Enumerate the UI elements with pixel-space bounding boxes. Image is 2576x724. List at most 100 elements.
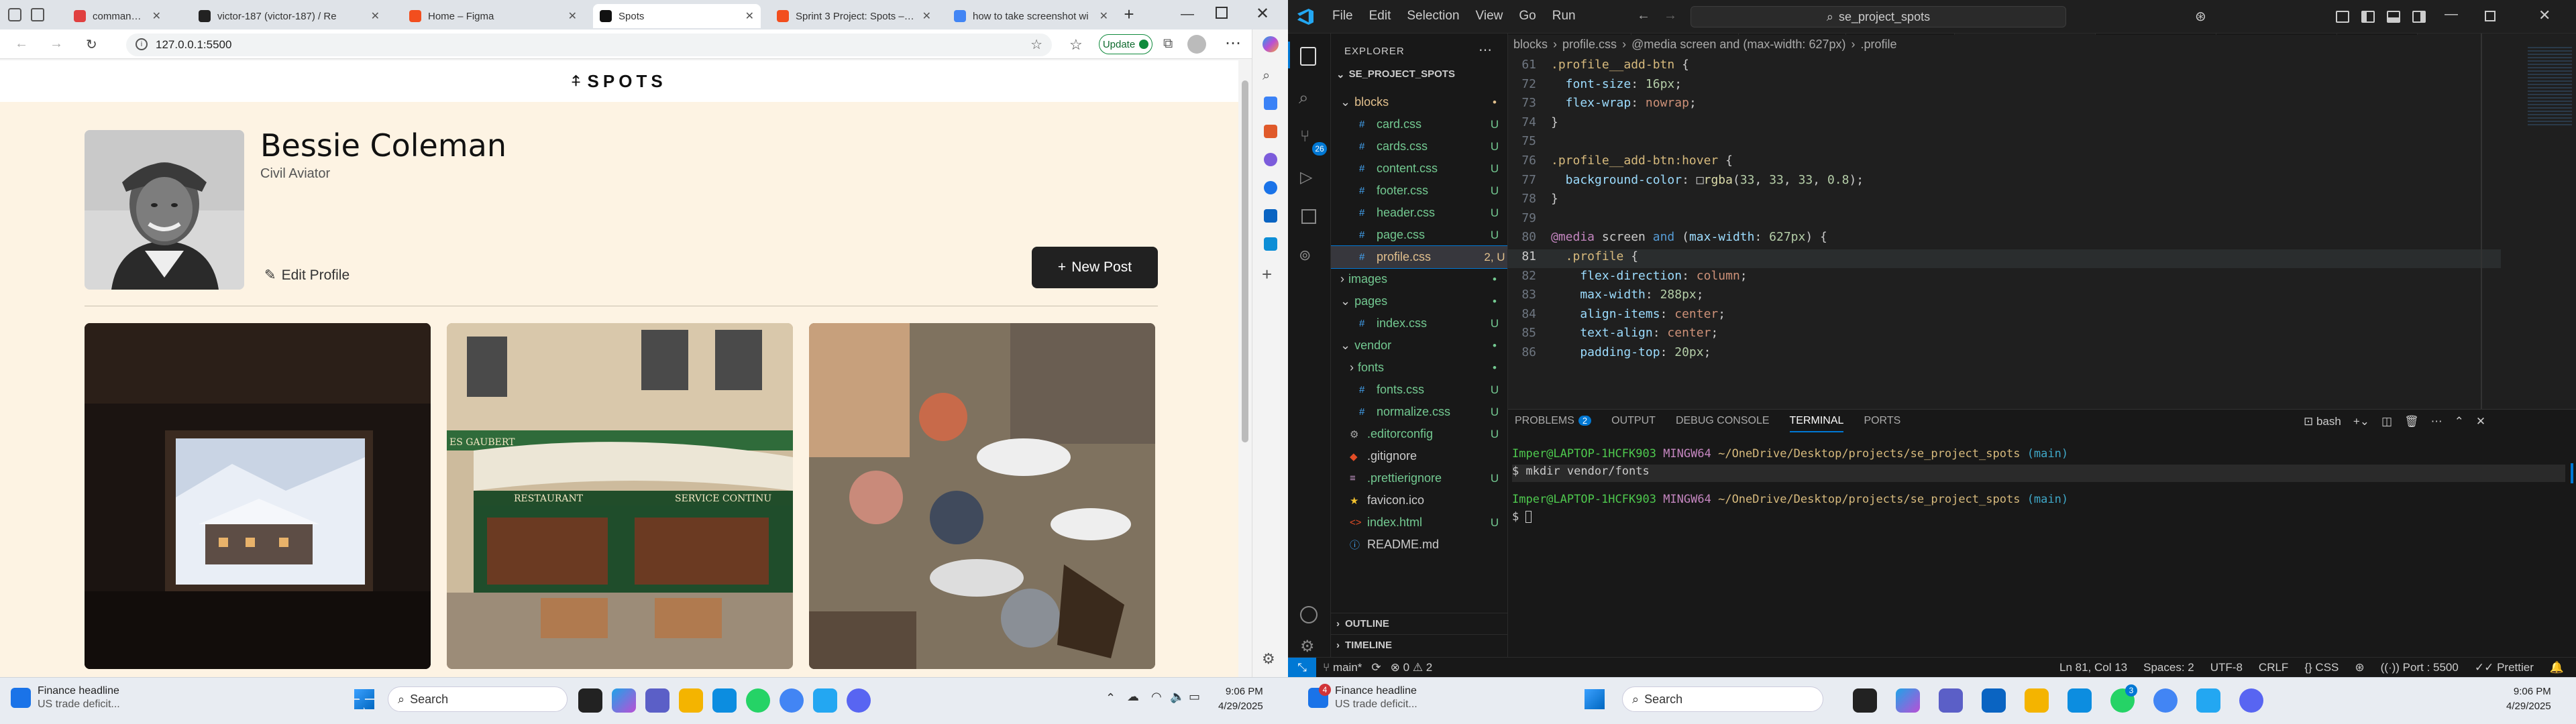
tree-item-pages[interactable]: ⌄ pages • xyxy=(1331,290,1507,312)
remote-indicator-icon[interactable]: ⤡ xyxy=(1288,658,1316,678)
nav-forward-icon[interactable]: → xyxy=(1664,8,1677,23)
prettier-status[interactable]: ✓✓ Prettier xyxy=(2475,661,2534,674)
add-sidebar-app-icon[interactable]: + xyxy=(1262,264,1272,285)
toggle-secondary-sidebar-icon[interactable] xyxy=(2412,11,2426,23)
breadcrumb-item[interactable]: .profile xyxy=(1860,38,1896,52)
vscode-taskbar-icon[interactable] xyxy=(2196,688,2220,713)
outline-section[interactable]: › OUTLINE xyxy=(1331,613,1507,634)
clock-left[interactable]: 9:06 PM 4/29/2025 xyxy=(1218,684,1263,714)
indentation[interactable]: Spaces: 2 xyxy=(2143,661,2194,674)
taskbar-search-left[interactable]: ⌕ Search xyxy=(388,686,568,712)
tree-item-cardcss[interactable]: # card.css U xyxy=(1331,113,1507,135)
copilot-icon[interactable] xyxy=(1263,36,1279,52)
profile-avatar-icon[interactable] xyxy=(1187,35,1206,54)
tree-item-prettierignore[interactable]: ≡ .prettierignore U xyxy=(1331,467,1507,489)
copilot-app-icon[interactable] xyxy=(1896,688,1920,713)
shopping-icon[interactable] xyxy=(1264,97,1277,110)
tab-close-icon[interactable]: ✕ xyxy=(922,9,931,23)
manage-gear-icon[interactable]: ⚙ xyxy=(1300,637,1315,656)
tree-item-gitignore[interactable]: ◆ .gitignore xyxy=(1331,445,1507,467)
editor-tab[interactable]: #card.cssU● xyxy=(1631,34,1739,35)
task-view-icon[interactable] xyxy=(578,688,602,713)
tree-item-normalizecss[interactable]: # normalize.css U xyxy=(1331,401,1507,423)
breadcrumb-item[interactable]: profile.css xyxy=(1562,38,1617,52)
toggle-panel-icon[interactable] xyxy=(2387,11,2400,23)
tree-item-pagecss[interactable]: # page.css U xyxy=(1331,224,1507,246)
editor-tab[interactable]: #README.md● xyxy=(2096,34,2216,35)
copilot-app-icon[interactable] xyxy=(612,688,636,713)
branch-indicator[interactable]: ⑂ main* xyxy=(1323,661,1362,674)
accounts-icon[interactable] xyxy=(1300,606,1318,623)
teams-icon[interactable] xyxy=(1939,688,1963,713)
timeline-section[interactable]: › TIMELINE xyxy=(1331,634,1507,656)
new-post-button[interactable]: + New Post xyxy=(1032,247,1158,288)
discord-icon[interactable] xyxy=(2239,688,2263,713)
back-icon[interactable]: ← xyxy=(15,36,28,52)
forward-icon[interactable]: → xyxy=(50,36,63,52)
scrollbar-thumb[interactable] xyxy=(1242,80,1248,442)
microsoft365-icon[interactable] xyxy=(1264,181,1277,194)
tree-item-faviconico[interactable]: ★ favicon.ico xyxy=(1331,489,1507,511)
sync-icon[interactable]: ⟳ xyxy=(1371,661,1381,674)
browser-tab[interactable]: command-line-cheatsheet ✕ xyxy=(67,4,168,28)
card-image-snowy-cabin[interactable] xyxy=(85,323,431,669)
tree-item-fontscss[interactable]: # fonts.css U xyxy=(1331,379,1507,401)
task-view-icon[interactable] xyxy=(1853,688,1877,713)
chrome-icon[interactable] xyxy=(780,688,804,713)
menu-selection[interactable]: Selection xyxy=(1407,9,1459,23)
new-tab-icon[interactable]: + xyxy=(1119,4,1139,24)
live-server[interactable]: ((·)) Port : 5500 xyxy=(2381,661,2459,674)
encoding[interactable]: UTF-8 xyxy=(2210,661,2243,674)
favorites-icon[interactable]: ☆ xyxy=(1069,36,1083,54)
cursor-position[interactable]: Ln 81, Col 13 xyxy=(2059,661,2127,674)
explorer-icon[interactable] xyxy=(1300,47,1316,66)
editor-tab[interactable]: <>index.htmlU● xyxy=(1508,34,1631,35)
refresh-icon[interactable]: ↻ xyxy=(86,36,97,53)
more-menu-icon[interactable]: ⋯ xyxy=(1225,34,1241,53)
edge-icon[interactable] xyxy=(2068,688,2092,713)
tree-item-indexcss[interactable]: # index.css U xyxy=(1331,312,1507,335)
chrome-icon[interactable] xyxy=(2153,688,2178,713)
tree-item-cardscss[interactable]: # cards.css U xyxy=(1331,135,1507,158)
code-editor[interactable]: 61 .profile__add-btn {72 font-size: 16px;… xyxy=(1508,58,2501,406)
close-panel-icon[interactable]: ✕ xyxy=(2476,415,2485,428)
panel-tab-debug-console[interactable]: DEBUG CONSOLE xyxy=(1676,415,1770,432)
whatsapp-icon[interactable] xyxy=(746,688,770,713)
nav-back-icon[interactable]: ← xyxy=(1637,8,1650,23)
address-bar[interactable]: i 127.0.0.1:5500 ☆ xyxy=(126,34,1052,56)
menu-file[interactable]: File xyxy=(1332,9,1353,23)
edge-icon[interactable] xyxy=(712,688,737,713)
problems-indicator[interactable]: ⊗ 0 ⚠ 2 xyxy=(1391,661,1433,674)
minimize-icon[interactable]: — xyxy=(2445,7,2458,22)
panel-tab-output[interactable]: OUTPUT xyxy=(1611,415,1656,432)
source-control-icon[interactable]: ⑂ xyxy=(1300,127,1309,146)
sidebar-settings-icon[interactable]: ⚙ xyxy=(1262,650,1275,668)
tree-item-fonts[interactable]: › fonts • xyxy=(1331,357,1507,379)
more-actions-icon[interactable]: ⋯ xyxy=(2431,415,2443,428)
notifications-icon[interactable]: 🔔 xyxy=(2550,661,2564,674)
file-explorer-icon[interactable] xyxy=(679,688,703,713)
menu-run[interactable]: Run xyxy=(1552,9,1576,23)
start-icon[interactable] xyxy=(354,689,374,709)
run-debug-icon[interactable]: ▷ xyxy=(1300,168,1312,187)
tab-close-icon[interactable]: ✕ xyxy=(152,9,161,23)
widgets-left[interactable]: Finance headline US trade deficit... xyxy=(11,684,120,711)
language-mode[interactable]: {} CSS xyxy=(2304,661,2339,674)
vscode-taskbar-icon[interactable] xyxy=(813,688,837,713)
search-icon[interactable]: ⌕ xyxy=(1299,87,1309,109)
minimap[interactable] xyxy=(2528,47,2572,127)
tree-item-contentcss[interactable]: # content.css U xyxy=(1331,158,1507,180)
tree-item-editorconfig[interactable]: ⚙ .editorconfig U xyxy=(1331,423,1507,445)
split-terminal-icon[interactable]: ◫ xyxy=(2381,415,2392,428)
tree-item-images[interactable]: › images • xyxy=(1331,268,1507,290)
wifi-icon[interactable]: ◠ xyxy=(1151,690,1162,704)
extensions-icon[interactable] xyxy=(1301,209,1316,224)
edit-profile-button[interactable]: ✎ Edit Profile xyxy=(264,267,350,284)
explorer-more-icon[interactable]: ⋯ xyxy=(1479,42,1492,58)
tab-actions-icon[interactable] xyxy=(31,8,44,21)
copilot-status-icon[interactable]: ⊛ xyxy=(2355,661,2364,674)
tab-close-icon[interactable]: ✕ xyxy=(1099,9,1108,23)
editor-tab[interactable]: #profile.css2, U● xyxy=(1955,34,2096,35)
menu-go[interactable]: Go xyxy=(1519,9,1536,23)
file-explorer-icon[interactable] xyxy=(2025,688,2049,713)
